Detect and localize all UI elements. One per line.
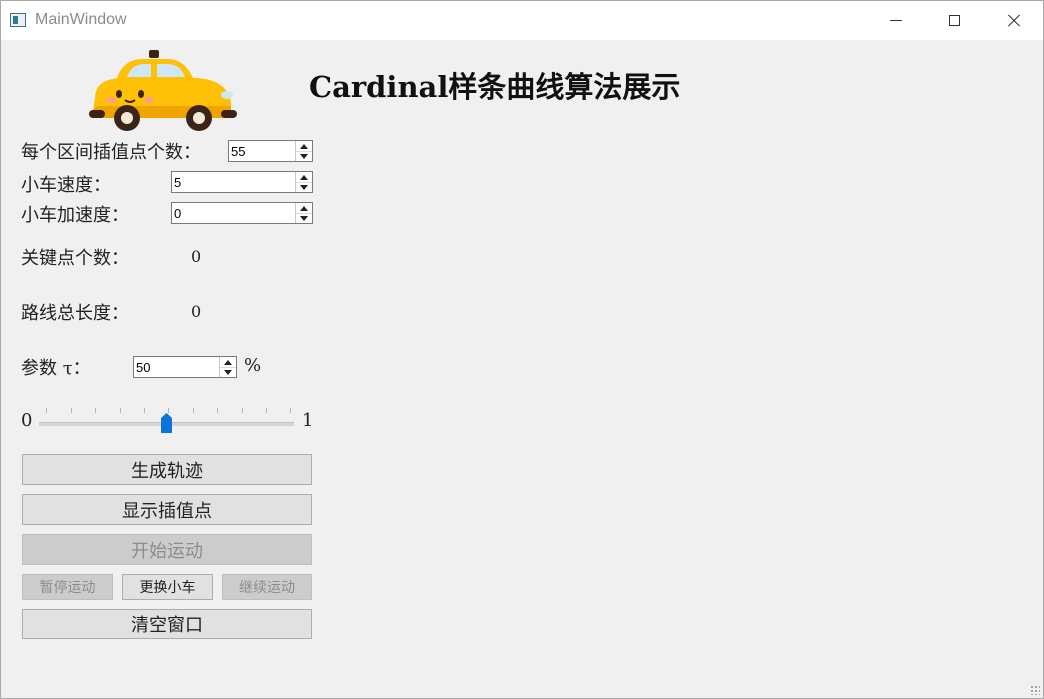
slider-tick: [266, 408, 267, 413]
slider-min-label: 0: [21, 410, 33, 431]
arrow-down-icon: [300, 216, 308, 221]
key-points-value: 0: [191, 247, 202, 266]
tau-spinbox[interactable]: [133, 356, 237, 378]
increment-button[interactable]: [296, 172, 312, 182]
minimize-button[interactable]: [867, 1, 925, 40]
slider-max-label: 1: [302, 410, 314, 431]
slider-tick: [144, 408, 145, 413]
tau-stepper[interactable]: [219, 357, 236, 377]
main-window: MainWindow Cardinal样条曲线算法展示 每个区间插值点个数： 5…: [0, 0, 1044, 699]
arrow-up-icon: [224, 359, 232, 365]
arrow-up-icon: [300, 205, 308, 211]
client-area: Cardinal样条曲线算法展示 每个区间插值点个数： 小车速度： 小车加速度：: [1, 40, 1043, 698]
slider-tick: [217, 408, 218, 413]
slider-tick: [242, 408, 243, 413]
pause-motion-button[interactable]: 暂停运动: [22, 574, 113, 600]
car-speed-stepper[interactable]: [295, 172, 312, 192]
car-speed-input[interactable]: [174, 172, 293, 192]
increment-button[interactable]: [296, 141, 312, 151]
arrow-down-icon: [224, 370, 232, 375]
slider-tick: [46, 408, 47, 413]
key-points-label: 关键点个数：: [21, 248, 129, 269]
close-button[interactable]: [984, 1, 1042, 40]
minimize-icon: [890, 20, 902, 21]
page-title: Cardinal样条曲线算法展示: [309, 70, 681, 104]
tau-label: 参数 τ：: [21, 358, 91, 379]
car-accel-input[interactable]: [174, 203, 293, 223]
slider-tick: [71, 408, 72, 413]
car-accel-label: 小车加速度：: [21, 205, 129, 226]
tau-input[interactable]: [136, 357, 217, 377]
generate-trajectory-button[interactable]: 生成轨迹: [22, 454, 312, 485]
car-speed-label: 小车速度：: [21, 175, 111, 196]
decrement-button[interactable]: [220, 367, 236, 377]
car-accel-stepper[interactable]: [295, 203, 312, 223]
maximize-icon: [948, 15, 960, 26]
interp-points-label: 每个区间插值点个数：: [21, 142, 201, 163]
start-motion-button[interactable]: 开始运动: [22, 534, 312, 565]
title-bar: MainWindow: [1, 1, 1043, 40]
increment-button[interactable]: [220, 357, 236, 367]
close-icon: [1006, 14, 1020, 28]
clear-window-button[interactable]: 清空窗口: [22, 609, 312, 639]
maximize-button[interactable]: [925, 1, 983, 40]
taxi-car-icon: [89, 50, 237, 131]
resize-grip[interactable]: [1030, 685, 1040, 695]
resume-motion-button[interactable]: 继续运动: [222, 574, 312, 600]
interp-points-input[interactable]: [231, 141, 293, 161]
change-car-button[interactable]: 更换小车: [122, 574, 213, 600]
decrement-button[interactable]: [296, 182, 312, 192]
interp-points-stepper[interactable]: [295, 141, 312, 161]
interp-points-spinbox[interactable]: [228, 140, 313, 162]
route-length-label: 路线总长度：: [21, 303, 129, 324]
car-speed-spinbox[interactable]: [171, 171, 313, 193]
route-length-value: 0: [191, 302, 202, 321]
app-window-icon: [10, 13, 26, 27]
arrow-down-icon: [300, 185, 308, 190]
arrow-up-icon: [300, 143, 308, 149]
decrement-button[interactable]: [296, 151, 312, 161]
arrow-up-icon: [300, 174, 308, 180]
window-title: MainWindow: [35, 11, 127, 28]
show-points-button[interactable]: 显示插值点: [22, 494, 312, 525]
slider-tick: [290, 408, 291, 413]
increment-button[interactable]: [296, 203, 312, 213]
slider-tick: [120, 408, 121, 413]
slider-tick: [193, 408, 194, 413]
slider-thumb[interactable]: [161, 413, 172, 433]
arrow-down-icon: [300, 154, 308, 159]
slider-tick: [95, 408, 96, 413]
tau-unit: %: [244, 355, 262, 376]
decrement-button[interactable]: [296, 213, 312, 223]
car-accel-spinbox[interactable]: [171, 202, 313, 224]
